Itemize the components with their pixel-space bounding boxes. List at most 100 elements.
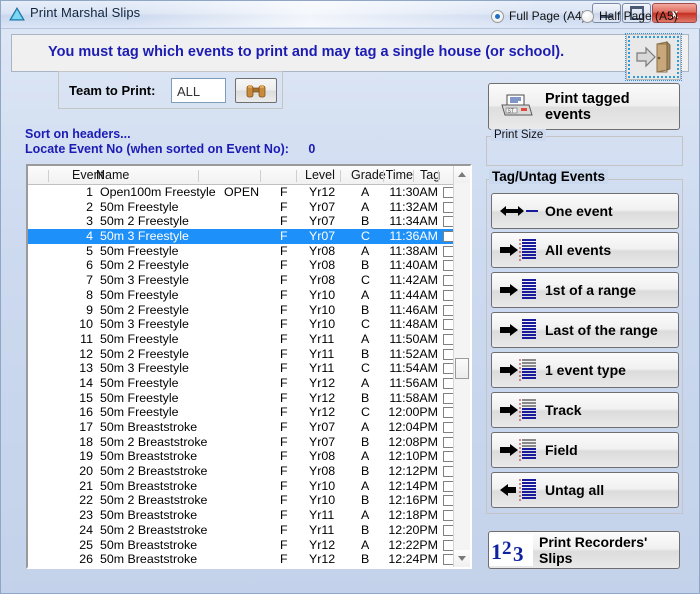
table-row[interactable]: 5 50m Freestyle F Yr08 A 11:38AM	[28, 244, 470, 259]
table-row[interactable]: 1 Open100m Freestyle OPEN F Yr12 A 11:30AM	[28, 185, 470, 200]
cell-event-no: 17	[79, 420, 93, 434]
column-separator[interactable]	[413, 170, 414, 182]
radio-dot-a4	[491, 9, 504, 23]
scroll-up-button[interactable]	[454, 166, 470, 183]
table-row[interactable]: 20 50m 2 Breaststroke F Yr08 B 12:12PM	[28, 464, 470, 479]
table-row[interactable]: 4 50m 3 Freestyle F Yr07 C 11:36AM	[28, 229, 470, 244]
tag-button-untag-all[interactable]: Untag all	[491, 472, 679, 508]
arrow-right-track-lines-icon	[500, 399, 536, 421]
column-separator[interactable]	[296, 170, 297, 182]
arrow-left-all-lines-icon	[500, 479, 536, 501]
cell-event-no: 9	[86, 302, 93, 317]
cell-time: 12:12PM	[388, 464, 438, 479]
column-separator[interactable]	[438, 170, 439, 182]
cell-event-no: 19	[79, 449, 93, 464]
radio-label-a5: Half Page (A5)	[599, 9, 678, 23]
team-input[interactable]: ALL	[171, 78, 226, 103]
col-header-name[interactable]: Name	[96, 168, 129, 182]
cell-name: 50m 3 Freestyle	[100, 229, 189, 244]
scrollbar-thumb[interactable]	[455, 358, 469, 379]
table-row[interactable]: 13 50m 3 Freestyle F Yr11 C 11:54AM	[28, 361, 470, 376]
sort-on-headers-hint: Sort on headers...	[25, 127, 131, 141]
tag-button-all-events[interactable]: All events	[491, 232, 679, 268]
column-separator[interactable]	[260, 170, 261, 182]
cell-time: 11:38AM	[389, 243, 438, 258]
triangle-logo-icon	[9, 7, 25, 21]
table-row[interactable]: 12 50m 2 Freestyle F Yr11 B 11:52AM	[28, 347, 470, 362]
table-row[interactable]: 19 50m Breaststroke F Yr08 A 12:10PM	[28, 449, 470, 464]
arrow-right-mixed-lines-icon	[500, 359, 536, 381]
cell-name: 50m 2 Freestyle	[100, 302, 189, 317]
tag-button-1-event-type[interactable]: 1 event type	[491, 352, 679, 388]
cell-name: 50m 3 Freestyle	[100, 273, 189, 288]
table-row[interactable]: 24 50m 2 Breaststroke F Yr11 B 12:20PM	[28, 523, 470, 538]
cell-sex: F	[280, 185, 288, 199]
table-row[interactable]: 2 50m Freestyle F Yr07 A 11:32AM	[28, 200, 470, 215]
table-row[interactable]: 14 50m Freestyle F Yr12 A 11:56AM	[28, 376, 470, 391]
table-row[interactable]: 8 50m Freestyle F Yr10 A 11:44AM	[28, 288, 470, 303]
cell-time: 11:50AM	[389, 331, 438, 346]
print-recorders-slips-button[interactable]: 1 2 3 Print Recorders' Slips	[488, 531, 680, 569]
tag-button-last-of-the-range[interactable]: Last of the range	[491, 312, 679, 348]
col-header-level[interactable]: Level	[305, 168, 335, 182]
tag-button-track[interactable]: Track	[491, 392, 679, 428]
col-header-grade[interactable]: Grade	[351, 168, 386, 182]
column-separator[interactable]	[340, 170, 341, 182]
col-header-time[interactable]: Time	[386, 168, 413, 182]
cell-name: 50m Breaststroke	[100, 552, 198, 567]
column-separator[interactable]	[48, 170, 49, 182]
cell-name: 50m 2 Freestyle	[100, 258, 189, 273]
cell-name: 50m 2 Breaststroke	[100, 434, 208, 449]
instruction-text: You must tag which events to print and m…	[48, 44, 565, 60]
cell-sex: F	[280, 464, 288, 479]
team-find-button[interactable]	[235, 78, 277, 103]
table-row[interactable]: 3 50m 2 Freestyle F Yr07 B 11:34AM	[28, 214, 470, 229]
cell-time: 12:16PM	[388, 493, 438, 508]
table-row[interactable]: 10 50m 3 Freestyle F Yr10 C 11:48AM	[28, 317, 470, 332]
events-grid-rows[interactable]: 1 Open100m Freestyle OPEN F Yr12 A 11:30AM 2 50m…	[28, 185, 470, 567]
table-row[interactable]: 25 50m Breaststroke F Yr12 A 12:22PM	[28, 538, 470, 553]
print-tagged-events-button[interactable]: ST Print tagged events	[488, 83, 680, 130]
cell-name: 50m Freestyle	[100, 287, 179, 302]
cell-name: 50m Freestyle	[100, 243, 179, 258]
table-row[interactable]: 15 50m Freestyle F Yr12 B 11:58AM	[28, 391, 470, 406]
svg-text:2: 2	[502, 538, 512, 559]
cell-sex: F	[280, 199, 288, 214]
scroll-down-button[interactable]	[454, 550, 470, 567]
table-row[interactable]: 22 50m 2 Breaststroke F Yr10 B 12:16PM	[28, 493, 470, 508]
cell-sex: F	[280, 214, 288, 229]
events-grid-inner: Event Name Level Grade Time Tag 1 Open100m Fre…	[28, 166, 470, 567]
table-row[interactable]: 6 50m 2 Freestyle F Yr08 B 11:40AM	[28, 258, 470, 273]
column-separator[interactable]	[198, 170, 199, 182]
events-grid-header[interactable]: Event Name Level Grade Time Tag	[28, 166, 470, 185]
events-grid-scrollbar[interactable]	[453, 166, 470, 567]
table-row[interactable]: 7 50m 3 Freestyle F Yr08 C 11:42AM	[28, 273, 470, 288]
table-row[interactable]: 23 50m Breaststroke F Yr11 A 12:18PM	[28, 508, 470, 523]
cell-time: 11:40AM	[389, 258, 438, 273]
cell-event-no: 4	[86, 229, 93, 244]
cell-time: 12:00PM	[388, 405, 438, 420]
cell-event-no: 18	[79, 434, 93, 449]
table-row[interactable]: 9 50m 2 Freestyle F Yr10 B 11:46AM	[28, 303, 470, 318]
cell-time: 12:18PM	[388, 508, 438, 523]
cell-event-no: 6	[86, 258, 93, 273]
tag-button-field[interactable]: Field	[491, 432, 679, 468]
events-grid[interactable]: Event Name Level Grade Time Tag 1 Open100m Fre…	[26, 164, 472, 569]
radio-full-page-a4[interactable]: Full Page (A4)	[491, 9, 586, 23]
table-row[interactable]: 11 50m Freestyle F Yr11 A 11:50AM	[28, 332, 470, 347]
table-row[interactable]: 18 50m 2 Breaststroke F Yr07 B 12:08PM	[28, 435, 470, 450]
exit-door-icon	[636, 41, 671, 73]
radio-half-page-a5[interactable]: Half Page (A5)	[581, 9, 678, 23]
title-bar-glow	[121, 1, 541, 27]
table-row[interactable]: 26 50m Breaststroke F Yr12 B 12:24PM	[28, 552, 470, 567]
exit-button[interactable]	[625, 33, 682, 81]
column-separator[interactable]	[383, 170, 384, 182]
tag-button-label: 1st of a range	[545, 282, 637, 298]
cell-event-no: 14	[79, 375, 93, 390]
tag-button-1st-of-a-range[interactable]: 1st of a range	[491, 272, 679, 308]
table-row[interactable]: 21 50m Breaststroke F Yr10 A 12:14PM	[28, 479, 470, 494]
table-row[interactable]: 17 50m Breaststroke F Yr07 A 12:04PM	[28, 420, 470, 435]
cell-name: 50m Breaststroke	[100, 449, 198, 464]
tag-button-one-event[interactable]: One event	[491, 193, 679, 229]
table-row[interactable]: 16 50m Freestyle F Yr12 C 12:00PM	[28, 405, 470, 420]
